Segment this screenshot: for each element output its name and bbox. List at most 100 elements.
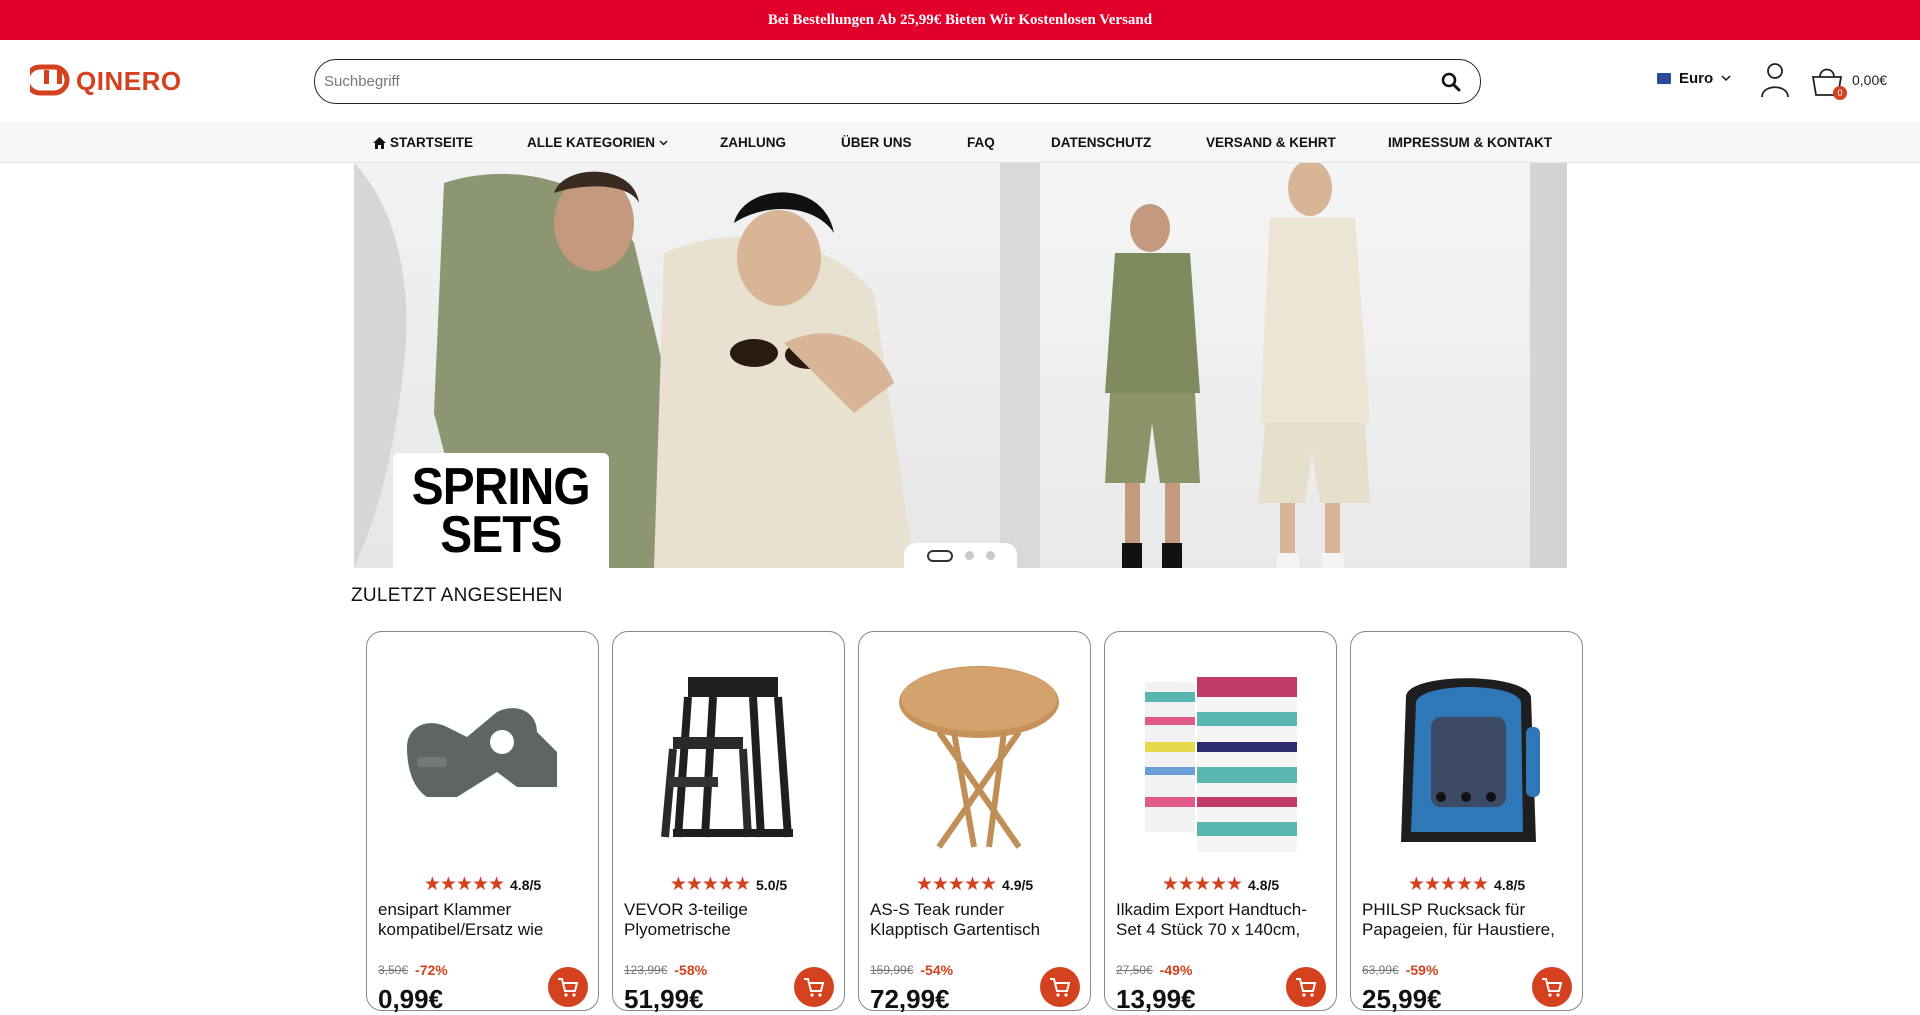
promo-label: SPRING SETS <box>393 453 609 568</box>
product-title[interactable]: AS-S Teak runder Klapptisch Gartentisch <box>870 900 1080 940</box>
chevron-down-icon <box>659 140 668 145</box>
nav-label: IMPRESSUM & KONTAKT <box>1388 135 1552 150</box>
old-price: 3,50€ <box>378 963 409 977</box>
models-photo-right <box>1000 163 1567 568</box>
main-nav: STARTSEITE ALLE KATEGORIEN ZAHLUNG ÜBER … <box>0 122 1920 163</box>
rating-value: 5.0/5 <box>756 876 788 893</box>
add-to-cart-button[interactable] <box>1286 967 1326 1007</box>
cart-add-icon <box>1050 978 1071 997</box>
product-image <box>1125 657 1318 857</box>
add-to-cart-button[interactable] <box>548 967 588 1007</box>
user-account-icon[interactable] <box>1760 62 1790 98</box>
nav-label: FAQ <box>967 135 995 150</box>
hero-headline-line2: SETS <box>440 505 562 564</box>
product-title[interactable]: Ilkadim Export Handtuch-Set 4 Stück 70 x… <box>1116 900 1326 940</box>
nav-item-startseite[interactable]: STARTSEITE <box>373 135 473 150</box>
current-price: 13,99€ <box>1116 984 1196 1014</box>
search-icon <box>1441 72 1461 91</box>
product-card[interactable]: ★★★★★ 4.8/5 PHILSP Rucksack für Papageie… <box>1350 631 1583 1014</box>
nav-label: ALLE KATEGORIEN <box>527 135 655 150</box>
price-row: 27,50€ -49% <box>1116 962 1192 978</box>
header: QINERO Euro 0,00€ <box>0 40 1920 122</box>
hero-carousel[interactable]: SPRING SETS <box>354 163 1567 568</box>
logo[interactable]: QINERO <box>30 62 182 97</box>
product-card[interactable]: ★★★★★ 4.8/5 ensipart Klammer kompatibel/… <box>366 631 599 1014</box>
discount-badge: -59% <box>1405 962 1439 978</box>
nav-item-faq[interactable]: FAQ <box>967 135 995 150</box>
eu-flag-icon <box>1657 73 1671 84</box>
product-rating: ★★★★★ 5.0/5 <box>613 873 844 896</box>
rating-value: 4.8/5 <box>1248 876 1280 893</box>
product-image <box>633 657 826 857</box>
current-price: 72,99€ <box>870 984 950 1014</box>
product-rating: ★★★★★ 4.8/5 <box>367 873 598 896</box>
cart-add-icon <box>804 978 825 997</box>
add-to-cart-button[interactable] <box>1040 967 1080 1007</box>
nav-item-datenschutz[interactable]: DATENSCHUTZ <box>1051 135 1151 150</box>
nav-label: VERSAND & KEHRT <box>1206 135 1336 150</box>
rating-value: 4.8/5 <box>510 876 542 893</box>
product-rating: ★★★★★ 4.9/5 <box>859 873 1090 896</box>
nav-item-zahlung[interactable]: ZAHLUNG <box>720 135 786 150</box>
star-rating-icon: ★★★★★ <box>1161 874 1243 895</box>
old-price: 159,99€ <box>870 963 914 977</box>
logo-mark-icon <box>30 64 70 95</box>
nav-item-ueber-uns[interactable]: ÜBER UNS <box>841 135 912 150</box>
product-image <box>1371 657 1564 857</box>
star-rating-icon: ★★★★★ <box>669 874 751 895</box>
currency-label: Euro <box>1679 70 1714 87</box>
search-input[interactable] <box>324 73 1438 90</box>
cart-count-badge: 0 <box>1833 86 1847 100</box>
hero-headline-line1: SPRING <box>412 457 591 516</box>
nav-label: STARTSEITE <box>390 135 474 150</box>
nav-item-alle-kategorien[interactable]: ALLE KATEGORIEN <box>527 135 668 150</box>
promo-banner: Bei Bestellungen Ab 25,99€ Bieten Wir Ko… <box>0 0 1920 40</box>
rating-value: 4.9/5 <box>1002 876 1034 893</box>
section-title-recently-viewed: ZULETZT ANGESEHEN <box>351 585 563 606</box>
nav-item-versand-kehrt[interactable]: VERSAND & KEHRT <box>1206 135 1336 150</box>
product-card[interactable]: ★★★★★ 4.9/5 AS-S Teak runder Klapptisch … <box>858 631 1091 1014</box>
nav-label: DATENSCHUTZ <box>1051 135 1152 150</box>
product-card[interactable]: ★★★★★ 5.0/5 VEVOR 3-teilige Plyometrisch… <box>612 631 845 1014</box>
product-rating: ★★★★★ 4.8/5 <box>1351 873 1582 896</box>
logo-text: QINERO <box>76 66 182 96</box>
current-price: 0,99€ <box>378 984 444 1014</box>
product-list: ★★★★★ 4.8/5 ensipart Klammer kompatibel/… <box>366 631 1583 1014</box>
cart-add-icon <box>1296 978 1317 997</box>
discount-badge: -54% <box>920 962 954 978</box>
cart-add-icon <box>1542 978 1563 997</box>
product-card[interactable]: ★★★★★ 4.8/5 Ilkadim Export Handtuch-Set … <box>1104 631 1337 1014</box>
carousel-dot-3[interactable] <box>985 551 995 560</box>
price-row: 63,99€ -59% <box>1362 962 1438 978</box>
cart-add-icon <box>558 978 579 997</box>
discount-badge: -49% <box>1159 962 1193 978</box>
search-bar <box>314 59 1481 104</box>
add-to-cart-button[interactable] <box>794 967 834 1007</box>
star-rating-icon: ★★★★★ <box>1407 874 1489 895</box>
current-price: 25,99€ <box>1362 984 1442 1014</box>
current-price: 51,99€ <box>624 984 704 1014</box>
product-title[interactable]: PHILSP Rucksack für Papageien, für Haust… <box>1362 900 1572 940</box>
hero-image-left: SPRING SETS <box>354 163 1000 568</box>
promo-text: Bei Bestellungen Ab 25,99€ Bieten Wir Ko… <box>767 11 1153 28</box>
carousel-dots <box>904 543 1017 568</box>
cart-total: 0,00€ <box>1852 72 1888 88</box>
nav-item-impressum-kontakt[interactable]: IMPRESSUM & KONTAKT <box>1388 135 1552 150</box>
search-button[interactable] <box>1438 69 1464 95</box>
carousel-dot-2[interactable] <box>964 551 974 560</box>
hero-image-right <box>1000 163 1567 568</box>
product-image <box>387 657 580 857</box>
nav-label: ZAHLUNG <box>720 135 786 150</box>
carousel-dot-1[interactable] <box>926 549 953 562</box>
old-price: 27,50€ <box>1116 963 1153 977</box>
currency-selector[interactable]: Euro <box>1657 70 1731 87</box>
old-price: 63,99€ <box>1362 963 1399 977</box>
product-rating: ★★★★★ 4.8/5 <box>1105 873 1336 896</box>
product-image <box>879 657 1072 857</box>
rating-value: 4.8/5 <box>1494 876 1526 893</box>
price-row: 123,99€ -58% <box>624 962 707 978</box>
product-title[interactable]: VEVOR 3-teilige Plyometrische <box>624 900 834 940</box>
discount-badge: -72% <box>415 962 448 978</box>
product-title[interactable]: ensipart Klammer kompatibel/Ersatz wie <box>378 900 588 940</box>
add-to-cart-button[interactable] <box>1532 967 1572 1007</box>
